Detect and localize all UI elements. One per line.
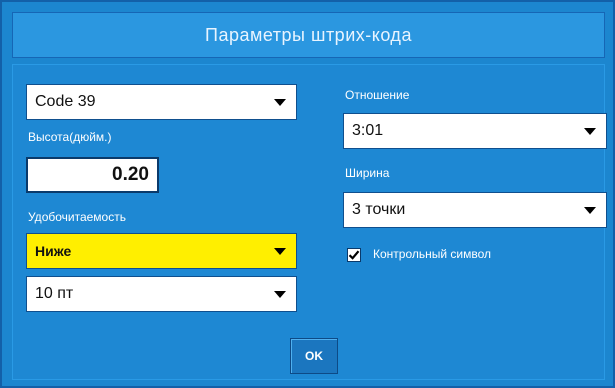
readability-label: Удобочитаемость [28,210,126,224]
checksum-checkbox[interactable] [347,248,361,262]
width-dropdown[interactable]: 3 точки [343,192,607,228]
barcode-settings-dialog: Параметры штрих-кода Code 39 Высота(дюйм… [0,0,615,388]
readability-dropdown[interactable]: Ниже [26,233,297,269]
height-input[interactable]: 0.20 [26,157,159,193]
chevron-down-icon [274,99,286,106]
chevron-down-icon [274,291,286,298]
ratio-label: Отношение [345,88,410,102]
width-value: 3 точки [352,201,406,218]
font-size-dropdown[interactable]: 10 пт [26,276,297,312]
chevron-down-icon [274,248,286,255]
ratio-dropdown[interactable]: 3:01 [343,113,607,149]
chevron-down-icon [584,207,596,214]
symbology-value: Code 39 [35,93,96,110]
ratio-value: 3:01 [352,122,384,139]
symbology-dropdown[interactable]: Code 39 [26,84,297,120]
chevron-down-icon [584,128,596,135]
dialog-title: Параметры штрих-кода [12,12,605,58]
readability-value: Ниже [35,243,72,259]
width-label: Ширина [345,166,390,180]
height-label: Высота(дюйм.) [28,130,112,144]
checksum-label[interactable]: Контрольный символ [373,247,491,261]
ok-button[interactable]: OK [290,338,338,374]
checkmark-icon [348,250,360,260]
font-size-value: 10 пт [35,285,74,302]
